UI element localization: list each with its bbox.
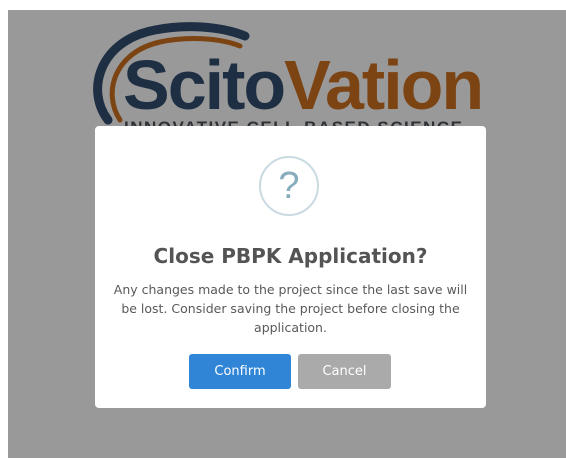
- cancel-button[interactable]: Cancel: [298, 354, 391, 389]
- logo-wordmark: ScitoVation: [123, 50, 484, 120]
- dialog-message: Any changes made to the project since th…: [113, 282, 468, 335]
- question-icon: ?: [259, 156, 319, 216]
- confirm-close-dialog: ? Close PBPK Application? Any changes ma…: [95, 126, 486, 408]
- company-logo: ScitoVation INNOVATIVE CELL-BASED SCIENC…: [80, 20, 510, 140]
- logo-word-part1: Scito: [123, 46, 286, 124]
- dialog-title: Close PBPK Application?: [153, 244, 428, 268]
- confirm-button[interactable]: Confirm: [189, 354, 291, 389]
- app-window: ScitoVation INNOVATIVE CELL-BASED SCIENC…: [0, 0, 566, 458]
- logo-word-part2: Vation: [284, 46, 484, 124]
